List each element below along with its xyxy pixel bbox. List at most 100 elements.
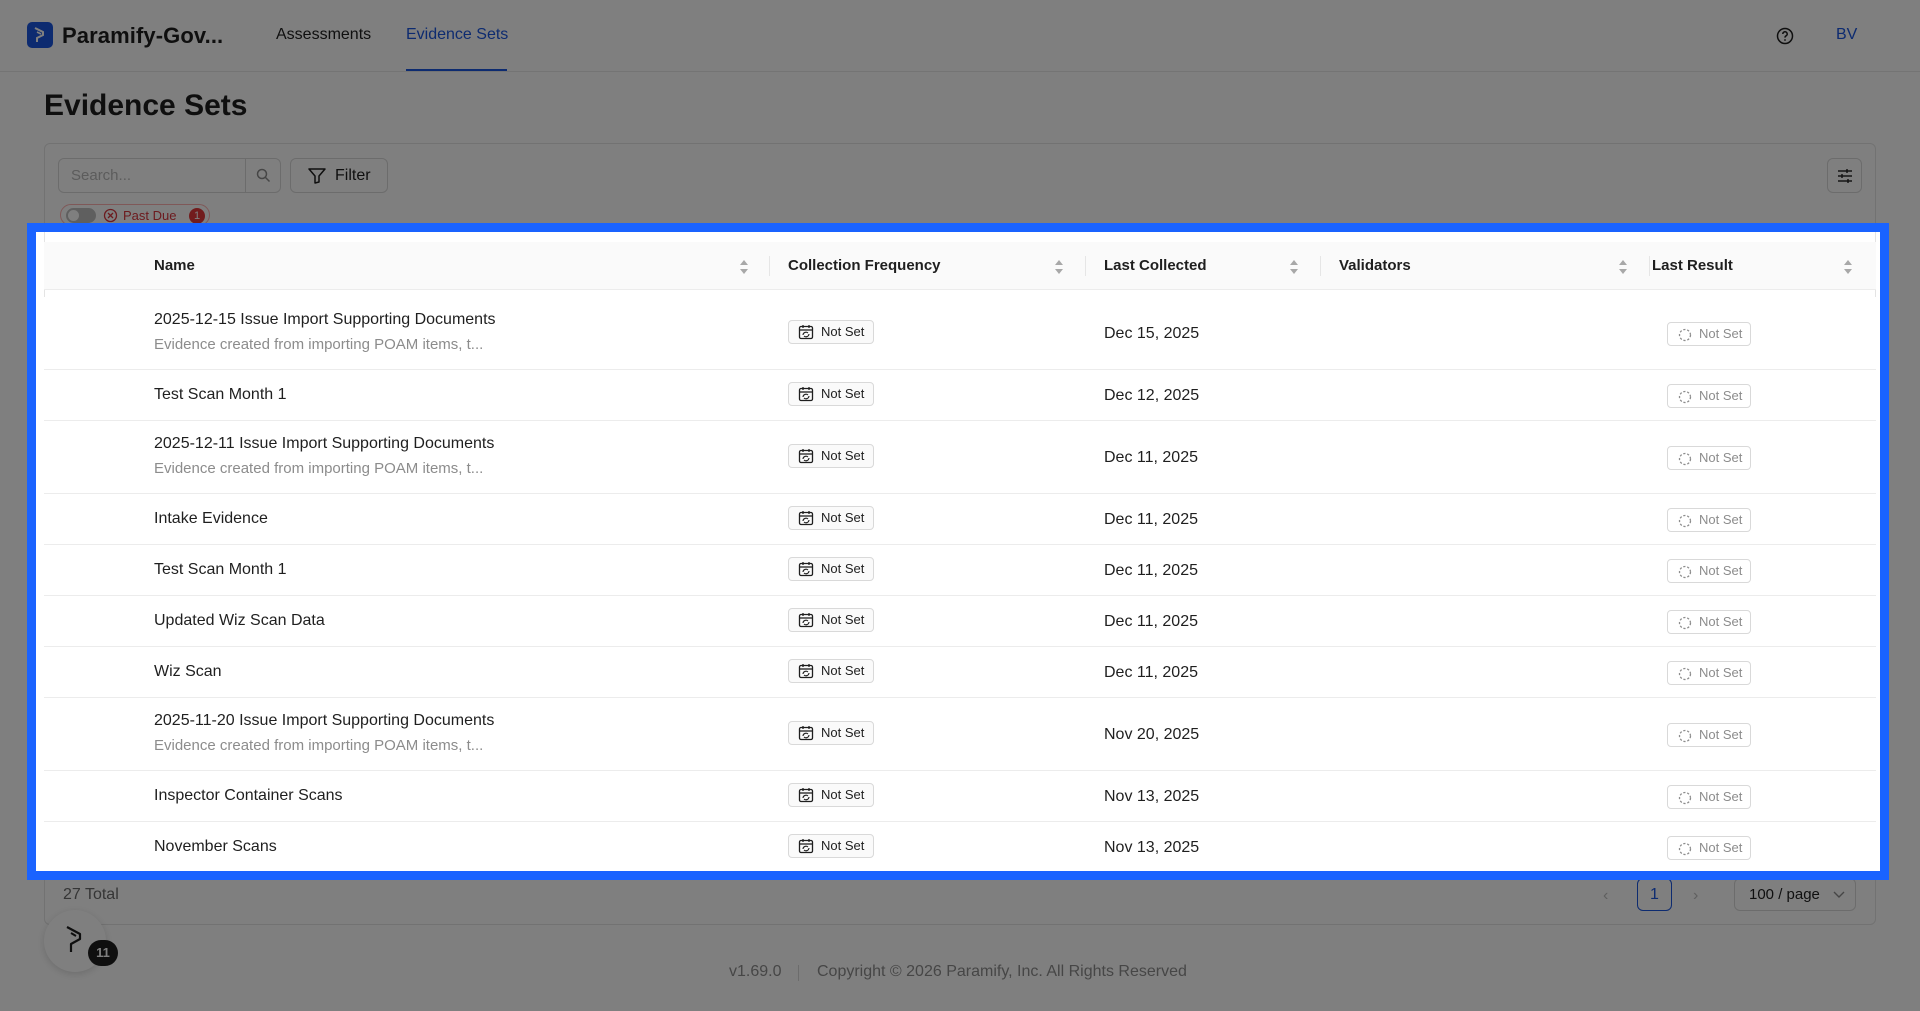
last-result-label: Not Set <box>1699 512 1743 527</box>
calendar-sync-icon <box>798 788 814 803</box>
evidence-name[interactable]: Updated Wiz Scan Data <box>154 612 325 630</box>
column-header-last-collected[interactable]: Last Collected <box>1104 242 1207 290</box>
filter-button[interactable]: Filter <box>290 158 388 193</box>
last-result-tag: Not Set <box>1667 661 1752 685</box>
last-result-label: Not Set <box>1699 563 1743 578</box>
page-size-select[interactable]: 100 / page <box>1734 878 1856 911</box>
active-nav-indicator <box>406 69 507 71</box>
sort-icon[interactable] <box>1054 259 1064 275</box>
collection-frequency-label: Not Set <box>821 838 865 853</box>
help-icon[interactable] <box>1776 27 1794 45</box>
collection-frequency-tag[interactable]: Not Set <box>788 557 875 581</box>
page-size-value: 100 / page <box>1749 886 1820 903</box>
table-row[interactable]: Inspector Container Scans Not Set Nov 13, … <box>44 771 1876 822</box>
collection-frequency-tag[interactable]: Not Set <box>788 659 875 683</box>
last-collected-date: Nov 13, 2025 <box>1104 839 1200 856</box>
last-result-tag: Not Set <box>1667 384 1752 408</box>
last-collected-date: Dec 11, 2025 <box>1104 449 1198 466</box>
collection-frequency-tag[interactable]: Not Set <box>788 783 875 807</box>
last-result-tag: Not Set <box>1667 559 1752 583</box>
past-due-toggle[interactable] <box>66 208 96 223</box>
calendar-sync-icon <box>798 325 814 340</box>
evidence-table: Name Collection Frequency Last Collected… <box>44 242 1876 872</box>
logo-icon[interactable] <box>27 22 53 48</box>
table-row[interactable]: November Scans Not Set Nov 13, 2025 Not Set <box>44 822 1876 872</box>
sort-icon[interactable] <box>1843 259 1853 275</box>
last-result-tag: Not Set <box>1667 785 1752 809</box>
table-row[interactable]: Updated Wiz Scan Data Not Set Dec 11, 2025… <box>44 596 1876 647</box>
evidence-name[interactable]: Wiz Scan <box>154 663 222 681</box>
evidence-description: Evidence created from importing POAM ite… <box>154 460 484 477</box>
table-header: Name Collection Frequency Last Collected… <box>44 242 1876 290</box>
chevron-down-icon <box>1833 891 1845 898</box>
search-button[interactable] <box>245 159 280 192</box>
table-row[interactable]: Test Scan Month 1 Not Set Dec 12, 2025 Not … <box>44 370 1876 421</box>
nav-assessments[interactable]: Assessments <box>276 26 371 44</box>
collection-frequency-label: Not Set <box>821 448 865 463</box>
evidence-name[interactable]: Test Scan Month 1 <box>154 386 287 404</box>
evidence-name[interactable]: November Scans <box>154 838 277 856</box>
table-row[interactable]: Test Scan Month 1 Not Set Dec 11, 2025 Not … <box>44 545 1876 596</box>
column-header-name[interactable]: Name <box>154 242 195 290</box>
chevron-right-icon[interactable]: › <box>1693 887 1698 905</box>
last-result-tag: Not Set <box>1667 610 1752 634</box>
collection-frequency-tag[interactable]: Not Set <box>788 608 875 632</box>
table-row[interactable]: 2025-11-20 Issue Import Supporting Docum… <box>44 698 1876 771</box>
dashed-circle-icon <box>1678 616 1692 630</box>
last-result-label: Not Set <box>1699 727 1743 742</box>
evidence-name[interactable]: Inspector Container Scans <box>154 787 343 805</box>
evidence-name[interactable]: 2025-12-15 Issue Import Supporting Docum… <box>154 311 496 329</box>
collection-frequency-label: Not Set <box>821 324 865 339</box>
dashed-circle-icon <box>1678 565 1692 579</box>
last-collected-date: Nov 20, 2025 <box>1104 726 1200 743</box>
logo-icon <box>66 926 82 952</box>
total-count: 27 Total <box>63 886 119 903</box>
dashed-circle-icon <box>1678 452 1692 466</box>
page-title: Evidence Sets <box>44 89 248 122</box>
past-due-filter[interactable]: Past Due 1 <box>60 204 210 226</box>
evidence-name[interactable]: Intake Evidence <box>154 510 268 528</box>
evidence-name[interactable]: Test Scan Month 1 <box>154 561 287 579</box>
evidence-description: Evidence created from importing POAM ite… <box>154 336 484 353</box>
last-result-label: Not Set <box>1699 789 1743 804</box>
evidence-name[interactable]: 2025-11-20 Issue Import Supporting Docum… <box>154 712 494 730</box>
dashed-circle-icon <box>1678 514 1692 528</box>
collection-frequency-label: Not Set <box>821 561 865 576</box>
calendar-sync-icon <box>798 839 814 854</box>
sort-icon[interactable] <box>1289 259 1299 275</box>
dashed-circle-icon <box>1678 791 1692 805</box>
search-input[interactable] <box>59 159 245 192</box>
dashed-circle-icon <box>1678 842 1692 856</box>
collection-frequency-tag[interactable]: Not Set <box>788 834 875 858</box>
column-header-collection-frequency[interactable]: Collection Frequency <box>788 242 941 290</box>
sort-icon[interactable] <box>1618 259 1628 275</box>
dim-overlay-right <box>1889 223 1920 880</box>
calendar-sync-icon <box>798 511 814 526</box>
avatar[interactable]: BV <box>1836 26 1857 44</box>
column-header-last-result[interactable]: Last Result <box>1652 242 1733 290</box>
collection-frequency-label: Not Set <box>821 787 865 802</box>
nav-evidence-sets[interactable]: Evidence Sets <box>406 26 508 44</box>
dim-overlay-left <box>0 223 27 880</box>
chevron-left-icon[interactable]: ‹ <box>1603 887 1608 905</box>
collection-frequency-tag[interactable]: Not Set <box>788 382 875 406</box>
collection-frequency-tag[interactable]: Not Set <box>788 721 875 745</box>
collection-frequency-tag[interactable]: Not Set <box>788 444 875 468</box>
column-header-validators[interactable]: Validators <box>1339 242 1411 290</box>
collection-frequency-tag[interactable]: Not Set <box>788 506 875 530</box>
collection-frequency-tag[interactable]: Not Set <box>788 320 875 344</box>
table-row[interactable]: Wiz Scan Not Set Dec 11, 2025 Not Set <box>44 647 1876 698</box>
calendar-sync-icon <box>798 387 814 402</box>
evidence-name[interactable]: 2025-12-11 Issue Import Supporting Docum… <box>154 435 494 453</box>
column-settings-button[interactable] <box>1827 158 1862 193</box>
page-1-button[interactable]: 1 <box>1637 878 1672 911</box>
app-title[interactable]: Paramify-Gov... <box>62 23 223 49</box>
table-row[interactable]: 2025-12-11 Issue Import Supporting Docum… <box>44 421 1876 494</box>
table-row[interactable]: Intake Evidence Not Set Dec 11, 2025 Not Se… <box>44 494 1876 545</box>
table-row[interactable]: 2025-12-15 Issue Import Supporting Docum… <box>44 297 1876 370</box>
search-box <box>58 158 281 193</box>
last-collected-date: Dec 11, 2025 <box>1104 613 1198 630</box>
sort-icon[interactable] <box>739 259 749 275</box>
past-due-count-badge: 1 <box>189 208 205 224</box>
collection-frequency-label: Not Set <box>821 510 865 525</box>
